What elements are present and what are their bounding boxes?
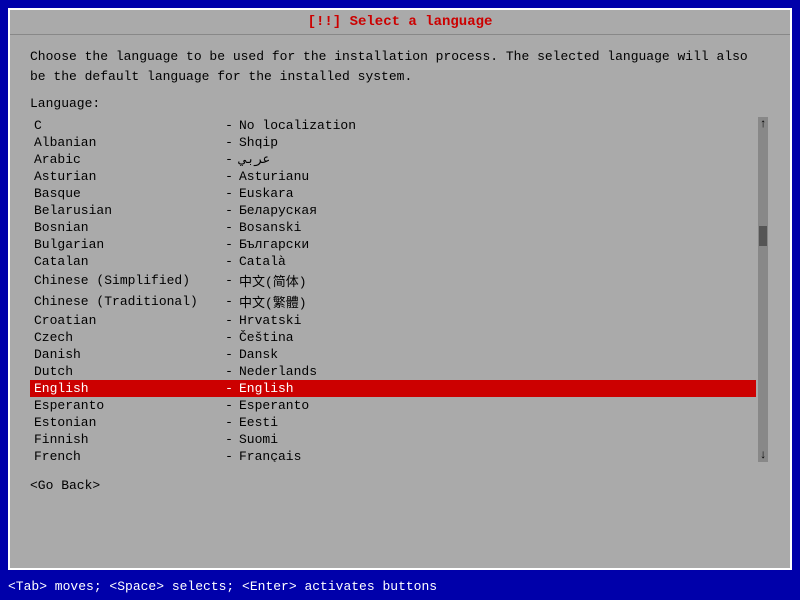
lang-name: Arabic [34, 152, 219, 167]
description: Choose the language to be used for the i… [30, 47, 770, 86]
lang-name: Asturian [34, 169, 219, 184]
language-item[interactable]: Arabic-عربي [30, 151, 756, 168]
language-item[interactable]: Bosnian-Bosanski [30, 219, 756, 236]
language-item[interactable]: English-English [30, 380, 756, 397]
lang-dash: - [219, 220, 239, 235]
lang-dash: - [219, 381, 239, 396]
lang-dash: - [219, 415, 239, 430]
lang-native: Asturianu [239, 169, 309, 184]
lang-native: Čeština [239, 330, 294, 345]
language-item[interactable]: Estonian-Eesti [30, 414, 756, 431]
lang-native: Français [239, 449, 301, 462]
lang-native: Nederlands [239, 364, 317, 379]
lang-dash: - [219, 449, 239, 462]
language-item[interactable]: Bulgarian-Български [30, 236, 756, 253]
language-item[interactable]: Czech-Čeština [30, 329, 756, 346]
lang-native: عربي [239, 152, 270, 167]
lang-native: Català [239, 254, 286, 269]
lang-native: No localization [239, 118, 356, 133]
language-item[interactable]: Esperanto-Esperanto [30, 397, 756, 414]
lang-name: Belarusian [34, 203, 219, 218]
lang-name: Basque [34, 186, 219, 201]
go-back-area: <Go Back> [10, 470, 790, 502]
go-back-button[interactable]: <Go Back> [30, 478, 100, 493]
scrollbar-down-arrow[interactable]: ↓ [759, 448, 766, 462]
language-item[interactable]: Catalan-Català [30, 253, 756, 270]
language-item[interactable]: C-No localization [30, 117, 756, 134]
lang-dash: - [219, 169, 239, 184]
language-item[interactable]: Basque-Euskara [30, 185, 756, 202]
description-text: Choose the language to be used for the i… [30, 49, 748, 84]
lang-name: Danish [34, 347, 219, 362]
language-label: Language: [30, 96, 770, 111]
lang-name: Chinese (Simplified) [34, 273, 219, 288]
lang-name: Czech [34, 330, 219, 345]
language-item[interactable]: Finnish-Suomi [30, 431, 756, 448]
lang-dash: - [219, 398, 239, 413]
language-item[interactable]: French-Français [30, 448, 756, 462]
scrollbar[interactable]: ↑ ↓ [758, 117, 768, 462]
lang-dash: - [219, 118, 239, 133]
lang-dash: - [219, 254, 239, 269]
lang-dash: - [219, 135, 239, 150]
scrollbar-up-arrow[interactable]: ↑ [759, 117, 766, 131]
lang-native: English [239, 381, 294, 396]
lang-name: Esperanto [34, 398, 219, 413]
lang-native: Shqip [239, 135, 278, 150]
language-item[interactable]: Chinese (Traditional)-中文(繁體) [30, 291, 756, 312]
lang-dash: - [219, 432, 239, 447]
lang-dash: - [219, 294, 239, 309]
lang-name: Croatian [34, 313, 219, 328]
lang-dash: - [219, 203, 239, 218]
lang-name: Chinese (Traditional) [34, 294, 219, 309]
title-bar: [!!] Select a language [10, 10, 790, 35]
lang-dash: - [219, 237, 239, 252]
lang-name: Bosnian [34, 220, 219, 235]
lang-native: Български [239, 237, 309, 252]
lang-dash: - [219, 152, 239, 167]
lang-native: Eesti [239, 415, 278, 430]
lang-native: Беларуская [239, 203, 317, 218]
language-item[interactable]: Albanian-Shqip [30, 134, 756, 151]
lang-name: Albanian [34, 135, 219, 150]
lang-native: Bosanski [239, 220, 301, 235]
lang-name: Dutch [34, 364, 219, 379]
lang-dash: - [219, 313, 239, 328]
language-item[interactable]: Dutch-Nederlands [30, 363, 756, 380]
language-list: C-No localizationAlbanian-ShqipArabic-عر… [30, 117, 770, 462]
lang-native: Dansk [239, 347, 278, 362]
status-bar: <Tab> moves; <Space> selects; <Enter> ac… [0, 572, 800, 600]
lang-native: Euskara [239, 186, 294, 201]
lang-native: Hrvatski [239, 313, 301, 328]
lang-native: Esperanto [239, 398, 309, 413]
lang-name: French [34, 449, 219, 462]
lang-native: 中文(简体) [239, 271, 307, 290]
language-item[interactable]: Danish-Dansk [30, 346, 756, 363]
language-item[interactable]: Croatian-Hrvatski [30, 312, 756, 329]
lang-name: Bulgarian [34, 237, 219, 252]
lang-native: Suomi [239, 432, 278, 447]
lang-dash: - [219, 273, 239, 288]
scrollbar-track [759, 131, 767, 448]
lang-dash: - [219, 330, 239, 345]
lang-name: Finnish [34, 432, 219, 447]
lang-name: English [34, 381, 219, 396]
lang-dash: - [219, 186, 239, 201]
lang-native: 中文(繁體) [239, 292, 307, 311]
lang-dash: - [219, 364, 239, 379]
lang-name: Catalan [34, 254, 219, 269]
language-item[interactable]: Belarusian-Беларуская [30, 202, 756, 219]
lang-name: Estonian [34, 415, 219, 430]
scrollbar-thumb[interactable] [759, 226, 767, 246]
lang-name: C [34, 118, 219, 133]
lang-dash: - [219, 347, 239, 362]
title-text: [!!] Select a language [308, 14, 493, 30]
content-area: Choose the language to be used for the i… [10, 35, 790, 470]
main-window: [!!] Select a language Choose the langua… [8, 8, 792, 570]
status-text: <Tab> moves; <Space> selects; <Enter> ac… [8, 579, 437, 594]
language-item[interactable]: Chinese (Simplified)-中文(简体) [30, 270, 756, 291]
language-list-container[interactable]: C-No localizationAlbanian-ShqipArabic-عر… [30, 117, 770, 462]
language-item[interactable]: Asturian-Asturianu [30, 168, 756, 185]
